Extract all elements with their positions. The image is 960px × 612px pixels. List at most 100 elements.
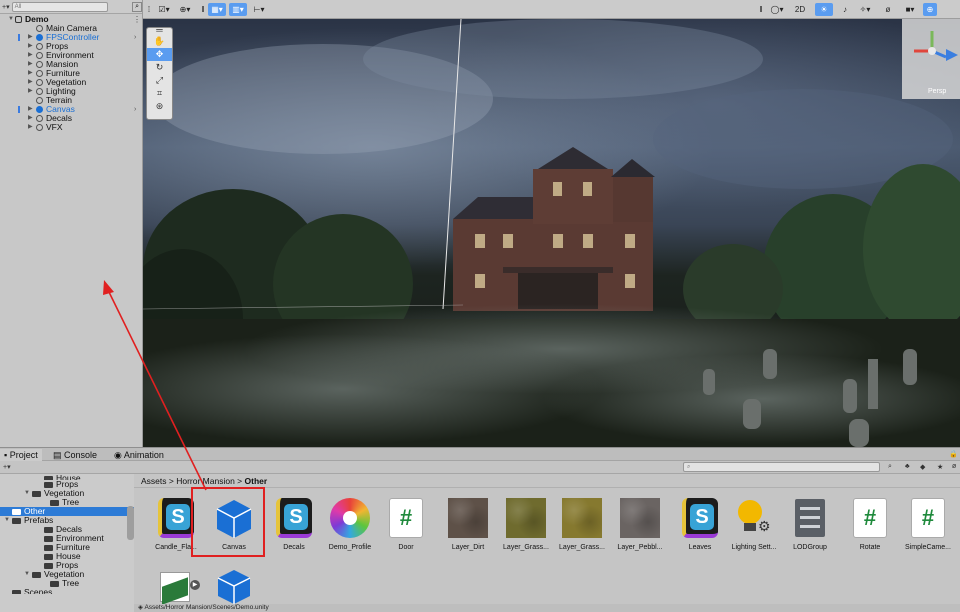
breadcrumb-assets[interactable]: Assets [141, 476, 167, 486]
ruler-icon[interactable]: ⊢▾ [250, 3, 268, 16]
hand-tool-icon[interactable]: ✋ [147, 35, 172, 48]
scale-tool-icon[interactable]: ⤢ [147, 74, 172, 87]
expand-arrow-icon[interactable]: ▶ [28, 51, 33, 60]
asset-item-profile-3[interactable]: Demo_Profile [322, 496, 378, 552]
hierarchy-search-input[interactable]: All [11, 1, 109, 12]
chevron-right-icon[interactable]: › [134, 105, 136, 114]
tab-console[interactable]: ▤ Console [53, 449, 97, 461]
draw-mode-icon[interactable]: ☑▾ [155, 3, 173, 16]
folder-item-other[interactable]: Other [0, 507, 134, 516]
asset-item-terrain[interactable]: ▶ [148, 564, 204, 608]
console-icon: ▤ [53, 450, 62, 460]
tab-animation[interactable]: ◉ Animation [114, 449, 164, 461]
hidden-objects-icon[interactable]: ø [879, 3, 897, 16]
increment-snap-icon[interactable]: ▥▾ [229, 3, 247, 16]
label-filter-icon[interactable]: ◆ [920, 463, 925, 471]
asset-label: Decals [283, 544, 305, 551]
expand-arrow-icon[interactable]: ▼ [8, 15, 14, 24]
expand-arrow-icon[interactable]: ▶ [28, 114, 33, 123]
chevron-right-icon[interactable]: › [134, 33, 136, 42]
breadcrumb-current[interactable]: Other [245, 476, 268, 486]
prefab-marker-icon [18, 34, 20, 41]
expand-arrow-icon[interactable]: ▶ [28, 69, 33, 78]
project-create-icon[interactable]: +▾ [3, 463, 11, 471]
gameobject-icon [36, 124, 43, 131]
asset-item-script-13[interactable]: # SimpleCame... [900, 496, 956, 552]
mansion-scene-render [143, 19, 960, 447]
move-tool-icon[interactable]: ✥ [147, 48, 172, 61]
expand-arrow-icon[interactable]: ▶ [28, 105, 33, 114]
axis-gizmo-icon [914, 31, 958, 61]
asset-item-shader-2[interactable]: S Decals [266, 496, 322, 552]
transform-tool-icon[interactable]: ⊛ [147, 100, 172, 113]
asset-item-lighting-10[interactable]: ⚙ Lighting Sett... [726, 496, 782, 552]
texture-thumbnail [448, 498, 488, 538]
expand-arrow-icon[interactable]: ▶ [28, 60, 33, 69]
folder-item-tree[interactable]: Tree [0, 579, 134, 588]
tab-project[interactable]: ▪ Project [0, 449, 42, 461]
perspective-label[interactable]: Persp [928, 88, 946, 95]
folder-icon [44, 536, 53, 542]
grid-snap-icon[interactable]: ▦▾ [208, 3, 226, 16]
shading-mode-icon[interactable]: ◯▾ [766, 3, 788, 16]
asset-item-texture-8[interactable]: Layer_Pebbl... [612, 496, 668, 552]
asset-item-prefab-2[interactable] [206, 564, 262, 608]
scene-menu-icon[interactable]: ⋮ [133, 15, 141, 24]
rotate-tool-icon[interactable]: ↻ [147, 61, 172, 74]
folder-icon [44, 527, 53, 533]
gizmos-toggle-icon[interactable]: ⊕ [923, 3, 937, 16]
shader-glyph: S [166, 504, 190, 530]
asset-item-lodgroup-11[interactable]: LODGroup [782, 496, 838, 552]
create-dropdown-icon[interactable]: +▾ [2, 3, 10, 11]
texture-thumbnail [506, 498, 546, 538]
hierarchy-item-fpscontroller[interactable]: ▶ FPSController › [0, 33, 142, 42]
expand-arrow-icon[interactable]: ▶ [28, 87, 33, 96]
asset-thumbnail: S [272, 496, 316, 540]
project-folder-tree: House Props ▼ Vegetation Tree Other ▼ Prefabs De… [0, 474, 134, 612]
project-search-input[interactable]: ⌕ [683, 462, 880, 472]
scene-viewport[interactable]: ═ ✋ ✥ ↻ ⤢ ⌗ ⊛ Persp [143, 19, 960, 447]
asset-item-texture-5[interactable]: Layer_Dirt [440, 496, 496, 552]
asset-label: Layer_Dirt [451, 544, 485, 551]
asset-thumbnail [618, 496, 662, 540]
folder-icon [12, 509, 21, 515]
prefab-cube-icon [36, 34, 43, 41]
camera-settings-icon[interactable]: ■▾ [900, 3, 920, 16]
expand-arrow-icon[interactable]: ▶ [28, 123, 33, 132]
search-filter-icon[interactable]: ⌕ [888, 463, 892, 471]
2d-toggle-button[interactable]: 2D [792, 3, 808, 16]
asset-item-texture-6[interactable]: Layer_Grass... [498, 496, 554, 552]
collapse-arrow-icon[interactable]: ▼ [4, 516, 10, 525]
asset-label: Door [398, 544, 414, 551]
orientation-gizmo[interactable]: Persp [902, 19, 960, 99]
effects-toggle-icon[interactable]: ✧▾ [855, 3, 875, 16]
favorite-icon[interactable]: ★ [937, 463, 943, 471]
collapse-arrow-icon[interactable]: ▼ [24, 570, 30, 579]
asset-item-texture-7[interactable]: Layer_Grass... [554, 496, 610, 552]
audio-toggle-icon[interactable]: ♪ [837, 3, 853, 16]
hierarchy-item-decals[interactable]: ▶ Decals [0, 114, 142, 123]
folder-scrollbar[interactable] [127, 506, 134, 540]
folder-item-tree[interactable]: Tree [0, 498, 134, 507]
lighting-toggle-icon[interactable]: ☀ [815, 3, 833, 16]
hierarchy-item-vfx[interactable]: ▶ VFX [0, 123, 142, 132]
asset-item-script-4[interactable]: # Door [378, 496, 434, 552]
expand-arrow-icon[interactable]: ▶ [28, 33, 33, 42]
type-filter-icon[interactable]: ♣ [905, 463, 910, 470]
rect-tool-icon[interactable]: ⌗ [147, 87, 172, 100]
asset-item-script-12[interactable]: # Rotate [842, 496, 898, 552]
asset-item-shader-9[interactable]: S Leaves [672, 496, 728, 552]
breadcrumb-horror-mansion[interactable]: Horror Mansion [176, 476, 235, 486]
collapse-arrow-icon[interactable]: ▼ [24, 489, 30, 498]
folder-item-scenes[interactable]: Scenes [0, 588, 134, 594]
asset-label: Layer_Grass... [503, 544, 549, 551]
texture-thumbnail [562, 498, 602, 538]
globe-icon[interactable]: ⊕▾ [175, 3, 195, 16]
expand-arrow-icon[interactable]: ▶ [28, 78, 33, 87]
lock-icon[interactable]: 🔒 [949, 449, 958, 461]
breadcrumb: Assets > Horror Mansion > Other [134, 474, 960, 488]
folder-label: Tree [62, 497, 80, 507]
expand-arrow-icon[interactable]: ▶ [28, 42, 33, 51]
search-by-type-icon[interactable]: ⌕ [132, 1, 142, 12]
hidden-packages-icon[interactable]: ø [952, 463, 956, 470]
